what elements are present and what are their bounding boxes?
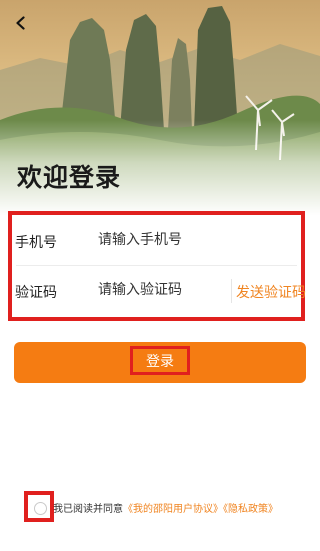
user-agreement-link[interactable]: 《我的邵阳用户协议》 bbox=[123, 504, 223, 515]
privacy-policy-link[interactable]: 《隐私政策》 bbox=[223, 504, 278, 515]
agreement-checkbox[interactable] bbox=[24, 491, 54, 522]
row-divider bbox=[16, 265, 297, 266]
phone-label: 手机号 bbox=[15, 235, 57, 251]
login-button[interactable]: 登录 bbox=[14, 342, 306, 383]
page-title: 欢迎登录 bbox=[17, 163, 122, 192]
code-label: 验证码 bbox=[15, 285, 57, 301]
login-form: 手机号 验证码 发送验证码 bbox=[8, 211, 306, 321]
login-button-label: 登录 bbox=[130, 346, 190, 375]
phone-input[interactable] bbox=[98, 227, 228, 253]
radio-circle-icon bbox=[34, 502, 47, 515]
chevron-left-icon bbox=[16, 16, 25, 30]
verification-code-input[interactable] bbox=[98, 277, 228, 303]
code-row: 验证码 发送验证码 bbox=[12, 267, 306, 315]
agreement-row: 我已阅读并同意《我的邵阳用户协议》《隐私政策》 bbox=[24, 491, 314, 523]
back-button[interactable] bbox=[10, 12, 32, 34]
send-code-button[interactable]: 发送验证码 bbox=[236, 282, 306, 302]
agreement-prefix: 我已阅读并同意 bbox=[53, 504, 123, 515]
phone-row: 手机号 bbox=[12, 217, 301, 265]
vertical-divider bbox=[231, 279, 232, 303]
agreement-text: 我已阅读并同意《我的邵阳用户协议》《隐私政策》 bbox=[53, 500, 278, 515]
